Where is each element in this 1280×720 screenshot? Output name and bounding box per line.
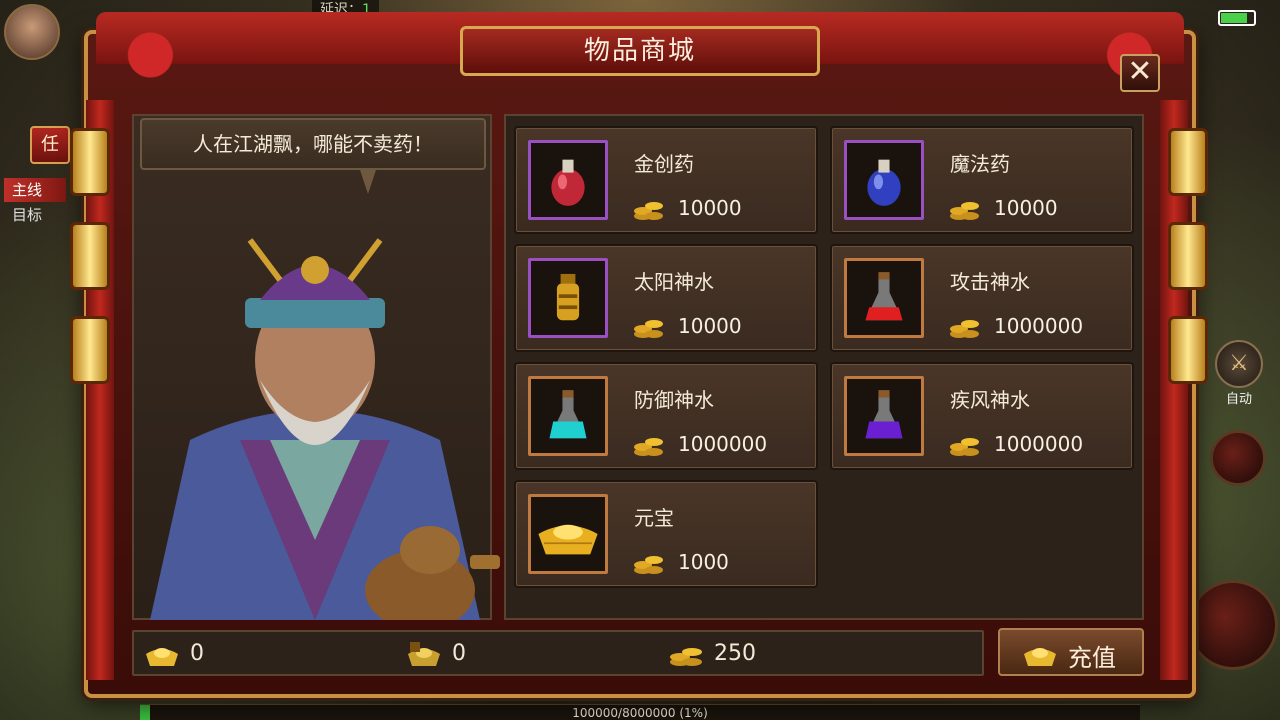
golden-lantern-potion-icon [556, 273, 580, 321]
recharge-label: 充值 [1068, 644, 1116, 672]
gold-coins-icon [634, 556, 663, 574]
item-name: 魔法药 [950, 152, 1010, 176]
speech-bubble-tail [360, 170, 376, 194]
item-name: 太阳神水 [634, 270, 714, 294]
item-icon-frame [528, 494, 608, 574]
shop-item-card[interactable]: 魔法药 10000 [830, 126, 1134, 234]
lantern-decoration [70, 128, 110, 196]
crossed-swords-icon: ⚔ [1215, 340, 1263, 388]
currency-bar: 0 0 250 [132, 630, 984, 676]
battery-icon [1218, 10, 1256, 26]
item-icon-frame [528, 258, 608, 338]
item-icon-frame [528, 376, 608, 456]
item-price: 1000 [678, 550, 729, 574]
auto-battle-label: 自动 [1225, 392, 1252, 407]
item-name: 攻击神水 [950, 270, 1030, 294]
item-price: 1000000 [994, 432, 1084, 456]
item-name: 疾风神水 [950, 388, 1030, 412]
shop-item-card[interactable]: 太阳神水 10000 [514, 244, 818, 352]
skill-slot-1[interactable] [1210, 430, 1266, 486]
blue-potion-icon [867, 159, 901, 206]
gold-coins-icon [950, 438, 979, 456]
gold-coins-icon [634, 202, 663, 220]
quest-tab[interactable]: 任 [30, 126, 70, 164]
bound-ingot-icon [408, 642, 440, 666]
item-price: 10000 [678, 196, 742, 220]
item-name: 元宝 [634, 506, 674, 530]
gold-ingot-icon [1024, 648, 1056, 666]
gold-balance: 250 [714, 641, 756, 666]
recharge-button[interactable]: 充值 [998, 628, 1144, 676]
purple-flask-icon [865, 390, 903, 439]
lantern-decoration [70, 316, 110, 384]
item-icon-frame [844, 376, 924, 456]
player-avatar[interactable] [4, 4, 60, 60]
lantern-decoration [1168, 316, 1208, 384]
item-price: 1000000 [994, 314, 1084, 338]
main-quest-tab[interactable]: 主线 [4, 178, 66, 202]
bound-ingot-balance: 0 [452, 641, 466, 666]
shop-item-card[interactable]: 金创药 10000 [514, 126, 818, 234]
gold-coins-icon [950, 202, 979, 220]
experience-bar: 100000/8000000 (1%) [140, 704, 1140, 720]
auto-battle-button[interactable]: ⚔ 自动 [1210, 340, 1268, 410]
gold-ingot-icon [146, 648, 178, 666]
shop-item-card[interactable]: 疾风神水 1000000 [830, 362, 1134, 470]
red-flask-icon [865, 272, 903, 321]
shop-item-card[interactable]: 攻击神水 1000000 [830, 244, 1134, 352]
gold-coins-icon [634, 438, 663, 456]
experience-text: 100000/8000000 (1%) [572, 706, 708, 720]
item-name: 金创药 [634, 152, 694, 176]
gold-coins-icon [670, 648, 702, 666]
shop-item-card[interactable]: 防御神水 1000000 [514, 362, 818, 470]
npc-merchant-portrait [150, 238, 500, 620]
gold-coins-icon [950, 320, 979, 338]
attack-skill-button[interactable] [1188, 580, 1278, 670]
gold-coins-icon [634, 320, 663, 338]
lantern-decoration [70, 222, 110, 290]
item-price: 1000000 [678, 432, 768, 456]
ingot-balance: 0 [190, 641, 204, 666]
cyan-flask-icon [549, 390, 587, 439]
shop-title: 物品商城 [460, 26, 820, 76]
npc-speech-bubble: 人在江湖飘，哪能不卖药！ [140, 118, 486, 170]
red-potion-icon [551, 159, 585, 206]
item-name: 防御神水 [634, 388, 714, 412]
item-price: 10000 [994, 196, 1058, 220]
lantern-decoration [1168, 222, 1208, 290]
quest-target-label: 目标 [12, 206, 43, 224]
shop-item-card[interactable]: 元宝 1000 [514, 480, 818, 588]
gold-ingot-icon [538, 524, 598, 555]
item-icon-frame [528, 140, 608, 220]
lantern-decoration [1168, 128, 1208, 196]
item-icon-frame [844, 258, 924, 338]
item-price: 10000 [678, 314, 742, 338]
item-icon-frame [844, 140, 924, 220]
close-button[interactable]: ✕ [1120, 54, 1160, 92]
